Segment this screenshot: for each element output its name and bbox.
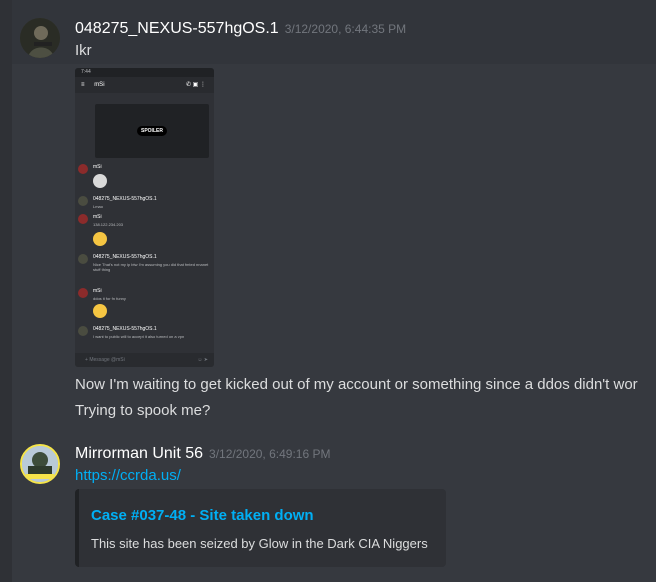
avatar	[78, 326, 88, 336]
spoiler-label: SPOILER	[137, 126, 167, 136]
mirrorman-avatar-icon	[22, 446, 58, 482]
troll-face-emoji	[93, 174, 107, 188]
avatar	[78, 254, 88, 264]
avatar	[78, 196, 88, 206]
message-text: Trying to spook me?	[75, 402, 211, 419]
image-attachment[interactable]: 7:44 ≡ mSi ✆ ▣ ⋮ SPOILER mSi 048275_NEXU…	[75, 68, 214, 367]
message-text: Now I'm waiting to get kicked out of my …	[75, 376, 638, 393]
avatar	[78, 164, 88, 174]
username[interactable]: Mirrorman Unit 56	[75, 445, 203, 462]
username-row: 048275_NEXUS-557hgOS.1 3/12/2020, 6:44:35…	[75, 20, 406, 38]
menu-icon: ≡	[81, 82, 85, 88]
username[interactable]: 048275_NEXUS-557hgOS.1	[75, 20, 279, 37]
relieved-emoji	[93, 304, 107, 318]
avatar[interactable]	[20, 444, 60, 484]
embed-title[interactable]: Case #037-48 - Site taken down	[91, 507, 314, 524]
scroll-edge	[0, 0, 12, 582]
avatar[interactable]	[20, 18, 60, 58]
phone-message-input: + Message @mSi ☺ ➤	[75, 353, 214, 367]
send-icon: ☺ ➤	[197, 357, 208, 363]
call-icons: ✆ ▣ ⋮	[185, 82, 206, 88]
soldier-avatar-icon	[20, 18, 60, 58]
avatar	[78, 214, 88, 224]
username-row: Mirrorman Unit 56 3/12/2020, 6:49:16 PM	[75, 445, 330, 463]
message-text: Ikr	[75, 42, 92, 59]
sunglasses-emoji	[93, 232, 107, 246]
phone-channel-header: ≡ mSi ✆ ▣ ⋮	[75, 77, 214, 93]
message-link[interactable]: https://ccrda.us/	[75, 467, 181, 484]
avatar	[78, 288, 88, 298]
timestamp: 3/12/2020, 6:49:16 PM	[209, 447, 331, 461]
channel-name: mSi	[94, 82, 105, 88]
spoiler-image: SPOILER	[95, 104, 209, 158]
embed-description: This site has been seized by Glow in the…	[91, 536, 428, 551]
phone-status-bar: 7:44	[75, 68, 214, 77]
link-embed: Case #037-48 - Site taken down This site…	[75, 489, 446, 567]
timestamp: 3/12/2020, 6:44:35 PM	[284, 22, 407, 36]
